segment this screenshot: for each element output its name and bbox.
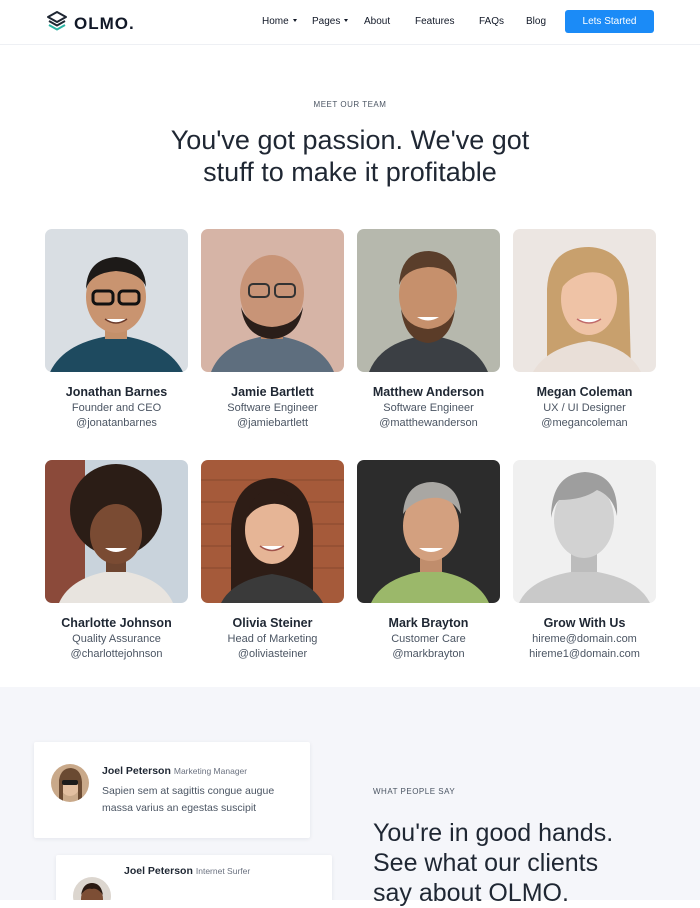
member-handle[interactable]: @charlottejohnson <box>45 647 188 662</box>
author-job: Marketing Manager <box>173 766 248 776</box>
hire-email[interactable]: hireme1@domain.com <box>513 647 656 662</box>
member-photo <box>45 229 188 372</box>
member-handle[interactable]: @oliviasteiner <box>201 647 344 662</box>
member-role: Software Engineer <box>383 402 474 414</box>
headline-line: say about OLMO. <box>373 879 569 907</box>
member-handle[interactable]: @jamiebartlett <box>201 416 344 431</box>
member-name: Jamie Bartlett <box>231 385 314 399</box>
member-name: Olivia Steiner <box>232 616 313 630</box>
quote-line: massa varius an egestas suscipit <box>102 802 257 814</box>
avatar <box>73 877 111 900</box>
testimonial-card: Joel Peterson Internet Surfer <box>56 855 332 900</box>
testimonials-eyebrow: WHAT PEOPLE SAY <box>373 787 456 796</box>
member-name: Mark Brayton <box>388 616 469 630</box>
headline-line: stuff to make it profitable <box>203 157 497 187</box>
member-name: Matthew Anderson <box>372 385 485 399</box>
member-role: Software Engineer <box>227 402 318 414</box>
hire-email[interactable]: hireme@domain.com <box>513 632 656 647</box>
team-card[interactable]: Charlotte Johnson Quality Assurance @cha… <box>45 460 188 662</box>
nav-label: Home <box>262 16 289 27</box>
member-photo <box>201 460 344 603</box>
member-role: Quality Assurance <box>72 633 161 645</box>
headline-line: See what our clients <box>373 849 599 877</box>
member-name: Jonathan Barnes <box>65 385 168 399</box>
team-card-grow-with-us[interactable]: Grow With Us hireme@domain.com hireme1@d… <box>513 460 656 662</box>
author-name: Joel Peterson <box>124 865 193 877</box>
member-photo <box>357 460 500 603</box>
member-photo <box>513 229 656 372</box>
nav-label: Pages <box>312 16 341 27</box>
team-card[interactable]: Mark Brayton Customer Care @markbrayton <box>357 460 500 662</box>
member-photo <box>201 229 344 372</box>
nav-item-pages[interactable]: Pages <box>312 16 349 27</box>
headline-line: You're in good hands. <box>373 819 614 847</box>
caret-down-icon <box>292 18 297 22</box>
team-card[interactable]: Matthew Anderson Software Engineer @matt… <box>357 229 500 431</box>
member-role: Customer Care <box>391 633 466 645</box>
member-name: Charlotte Johnson <box>61 616 172 630</box>
member-handle[interactable]: @megancoleman <box>513 416 656 431</box>
member-name: Grow With Us <box>543 616 626 630</box>
nav-item-home[interactable]: Home <box>262 16 297 27</box>
team-card[interactable]: Olivia Steiner Head of Marketing @olivia… <box>201 460 344 662</box>
team-card[interactable]: Jonathan Barnes Founder and CEO @jonatan… <box>45 229 188 431</box>
member-role: UX / UI Designer <box>543 402 626 414</box>
member-photo <box>45 460 188 603</box>
team-card[interactable]: Jamie Bartlett Software Engineer @jamieb… <box>201 229 344 431</box>
nav-item-blog[interactable]: Blog <box>526 16 546 27</box>
testimonial-name: Joel Peterson Marketing Manager <box>102 765 247 777</box>
team-card[interactable]: Megan Coleman UX / UI Designer @megancol… <box>513 229 656 431</box>
member-handle[interactable]: @jonatanbarnes <box>45 416 188 431</box>
avatar-placeholder-icon <box>513 460 656 603</box>
lets-started-button[interactable]: Lets Started <box>565 10 654 33</box>
nav-item-features[interactable]: Features <box>415 16 454 27</box>
author-name: Joel Peterson <box>102 765 171 777</box>
member-role: Head of Marketing <box>227 633 318 645</box>
team-headline: You've got passion. We've got stuff to m… <box>0 124 700 188</box>
nav-item-about[interactable]: About <box>364 16 390 27</box>
member-photo <box>357 229 500 372</box>
testimonial-name: Joel Peterson Internet Surfer <box>124 865 250 877</box>
nav-item-faqs[interactable]: FAQs <box>479 16 504 27</box>
avatar <box>51 764 89 802</box>
testimonial-quote: Sapien sem at sagittis congue augue mass… <box>102 783 302 817</box>
member-name: Megan Coleman <box>536 385 633 399</box>
member-handle[interactable]: @markbrayton <box>357 647 500 662</box>
testimonial-card: Joel Peterson Marketing Manager Sapien se… <box>34 742 310 838</box>
site-header: OLMO. Home Pages About Features FAQs Blo… <box>0 0 700 45</box>
quote-line: Sapien sem at sagittis congue augue <box>102 785 275 797</box>
member-handle[interactable]: @matthewanderson <box>357 416 500 431</box>
member-role: Founder and CEO <box>71 402 162 414</box>
testimonials-headline: You're in good hands. See what our clien… <box>373 818 693 908</box>
headline-line: You've got passion. We've got <box>170 125 530 155</box>
author-job: Internet Surfer <box>195 866 251 876</box>
team-eyebrow: MEET OUR TEAM <box>313 100 387 109</box>
caret-down-icon <box>344 18 349 22</box>
